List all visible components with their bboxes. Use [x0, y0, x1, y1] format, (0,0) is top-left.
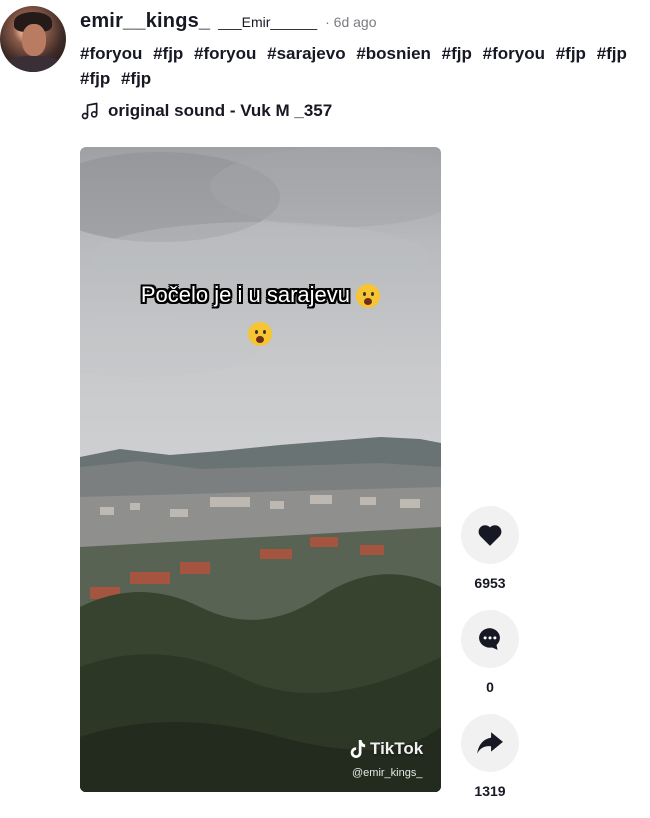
heart-icon — [478, 525, 502, 546]
hashtag-link[interactable]: #fjp — [556, 44, 586, 63]
avatar-face — [22, 24, 46, 56]
hashtag-link[interactable]: #fjp — [121, 69, 151, 88]
comment-count: 0 — [486, 679, 494, 695]
author-row: emir__kings_ ___Emir______ · 6d ago — [80, 10, 640, 33]
video-overlay-text: Počelo je i u sarajevu — [80, 282, 441, 309]
comment-action: 0 — [460, 610, 520, 695]
music-link[interactable]: original sound - Vuk M _357 — [80, 101, 640, 121]
comment-button[interactable] — [461, 610, 519, 668]
scream-emoji-icon — [248, 322, 272, 346]
tiktok-logo-icon — [350, 740, 366, 758]
avatar-shirt — [4, 56, 64, 72]
like-button[interactable] — [461, 506, 519, 564]
video-player[interactable]: Počelo je i u sarajevu TikTok @emir_king… — [80, 147, 441, 792]
share-icon — [477, 732, 503, 754]
tiktok-handle: @emir_kings_ — [352, 767, 423, 779]
hashtag-link[interactable]: #fjp — [442, 44, 472, 63]
action-bar: 6953 0 1319 — [460, 506, 520, 818]
tiktok-watermark: TikTok — [348, 739, 423, 759]
tiktok-brand: TikTok — [370, 739, 424, 758]
share-count: 1319 — [474, 783, 506, 799]
hashtag-link[interactable]: #foryou — [483, 44, 545, 63]
music-title: original sound - Vuk M _357 — [108, 101, 333, 120]
like-count: 6953 — [474, 575, 506, 591]
avatar[interactable] — [0, 6, 66, 72]
share-button[interactable] — [461, 714, 519, 772]
scream-emoji-icon — [356, 284, 381, 309]
hashtag-link[interactable]: #fjp — [153, 44, 183, 63]
hashtag-link[interactable]: #fjp — [597, 44, 627, 63]
author-username[interactable]: emir__kings_ — [80, 10, 210, 33]
hashtag-link[interactable]: #bosnien — [356, 44, 431, 63]
like-action: 6953 — [460, 506, 520, 591]
hashtag-link[interactable]: #fjp — [80, 69, 110, 88]
post-header: emir__kings_ ___Emir______ · 6d ago #for… — [80, 10, 640, 121]
hashtag-link[interactable]: #sarajevo — [267, 44, 345, 63]
post-time: · 6d ago — [325, 14, 377, 30]
caption: #foryou #fjp #foryou #sarajevo #bosnien … — [80, 41, 640, 91]
comment-icon — [479, 628, 500, 650]
overlay-caption: Počelo je i u sarajevu — [140, 282, 350, 307]
hashtag-link[interactable]: #foryou — [194, 44, 256, 63]
share-action: 1319 — [460, 714, 520, 799]
author-nickname[interactable]: ___Emir______ — [218, 14, 317, 30]
music-note-icon — [81, 102, 98, 120]
hashtag-link[interactable]: #foryou — [80, 44, 142, 63]
